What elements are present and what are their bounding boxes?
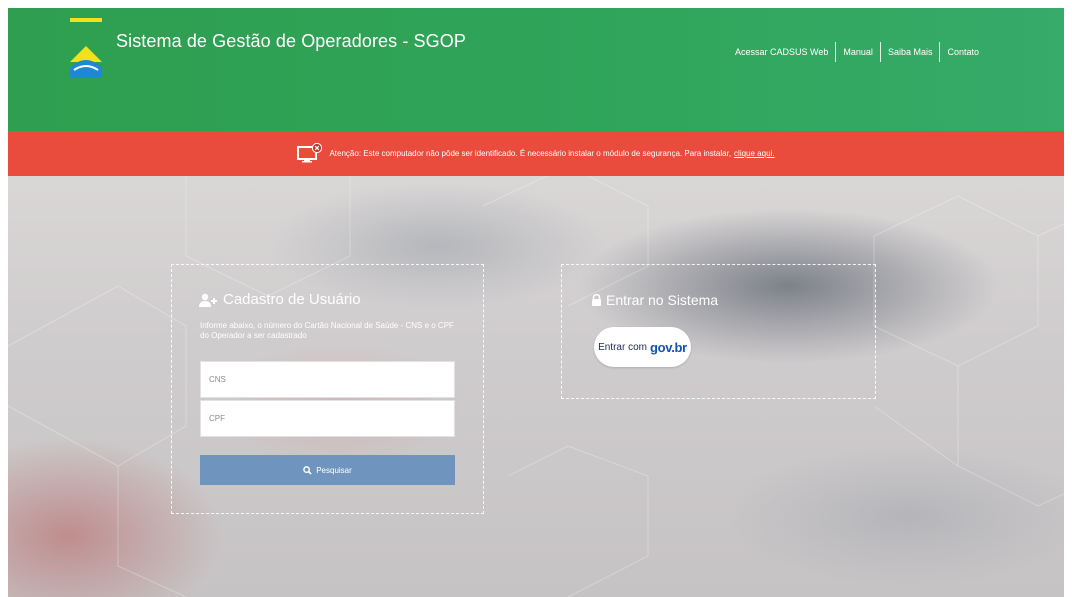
- search-button[interactable]: Pesquisar: [200, 455, 455, 485]
- register-title-label: Cadastro de Usuário: [223, 291, 361, 308]
- search-icon: [303, 465, 312, 475]
- govbr-prefix: Entrar com: [598, 341, 647, 353]
- hexagon-pattern-decoration: [8, 176, 1064, 597]
- login-title-label: Entrar no Sistema: [606, 292, 719, 308]
- register-description: Informe abaixo, o número do Cartão Nacio…: [200, 321, 454, 340]
- install-link[interactable]: clique aqui.: [734, 149, 774, 158]
- cpf-input[interactable]: [200, 400, 455, 437]
- login-card-title: Entrar no Sistema: [591, 292, 718, 308]
- nav-link-saiba-mais[interactable]: Saiba Mais: [881, 42, 940, 62]
- govbr-login-button[interactable]: Entrar com gov.br: [594, 327, 691, 367]
- security-alert-banner: Atenção: Este computador não pôde ser id…: [8, 131, 1064, 176]
- app-title: Sistema de Gestão de Operadores - SGOP: [116, 31, 466, 51]
- user-plus-icon: [199, 293, 217, 307]
- top-nav: Acessar CADSUS Web Manual Saiba Mais Con…: [728, 42, 986, 62]
- page: Sistema de Gestão de Operadores - SGOP A…: [8, 8, 1064, 597]
- nav-link-manual[interactable]: Manual: [836, 42, 880, 62]
- monitor-error-icon: [297, 142, 323, 162]
- govbr-logo: gov.br: [650, 340, 687, 355]
- login-card: Entrar no Sistema Entrar com gov.br: [561, 264, 876, 399]
- alert-text: Atenção: Este computador não pôde ser id…: [329, 149, 732, 158]
- brazil-flag-logo-icon: [70, 18, 102, 78]
- search-button-label: Pesquisar: [316, 465, 352, 475]
- register-card: Cadastro de Usuário Informe abaixo, o nú…: [171, 264, 484, 514]
- govbr-brand-text: gov: [649, 339, 672, 355]
- cns-input[interactable]: [200, 361, 455, 398]
- nav-link-contato[interactable]: Contato: [940, 42, 986, 62]
- govbr-brand-suffix: .br: [671, 339, 687, 355]
- register-card-title: Cadastro de Usuário: [199, 291, 361, 308]
- header: Sistema de Gestão de Operadores - SGOP A…: [8, 8, 1064, 131]
- lock-icon: [592, 294, 601, 306]
- background-area: Cadastro de Usuário Informe abaixo, o nú…: [8, 176, 1064, 597]
- nav-link-cadsus[interactable]: Acessar CADSUS Web: [728, 42, 835, 62]
